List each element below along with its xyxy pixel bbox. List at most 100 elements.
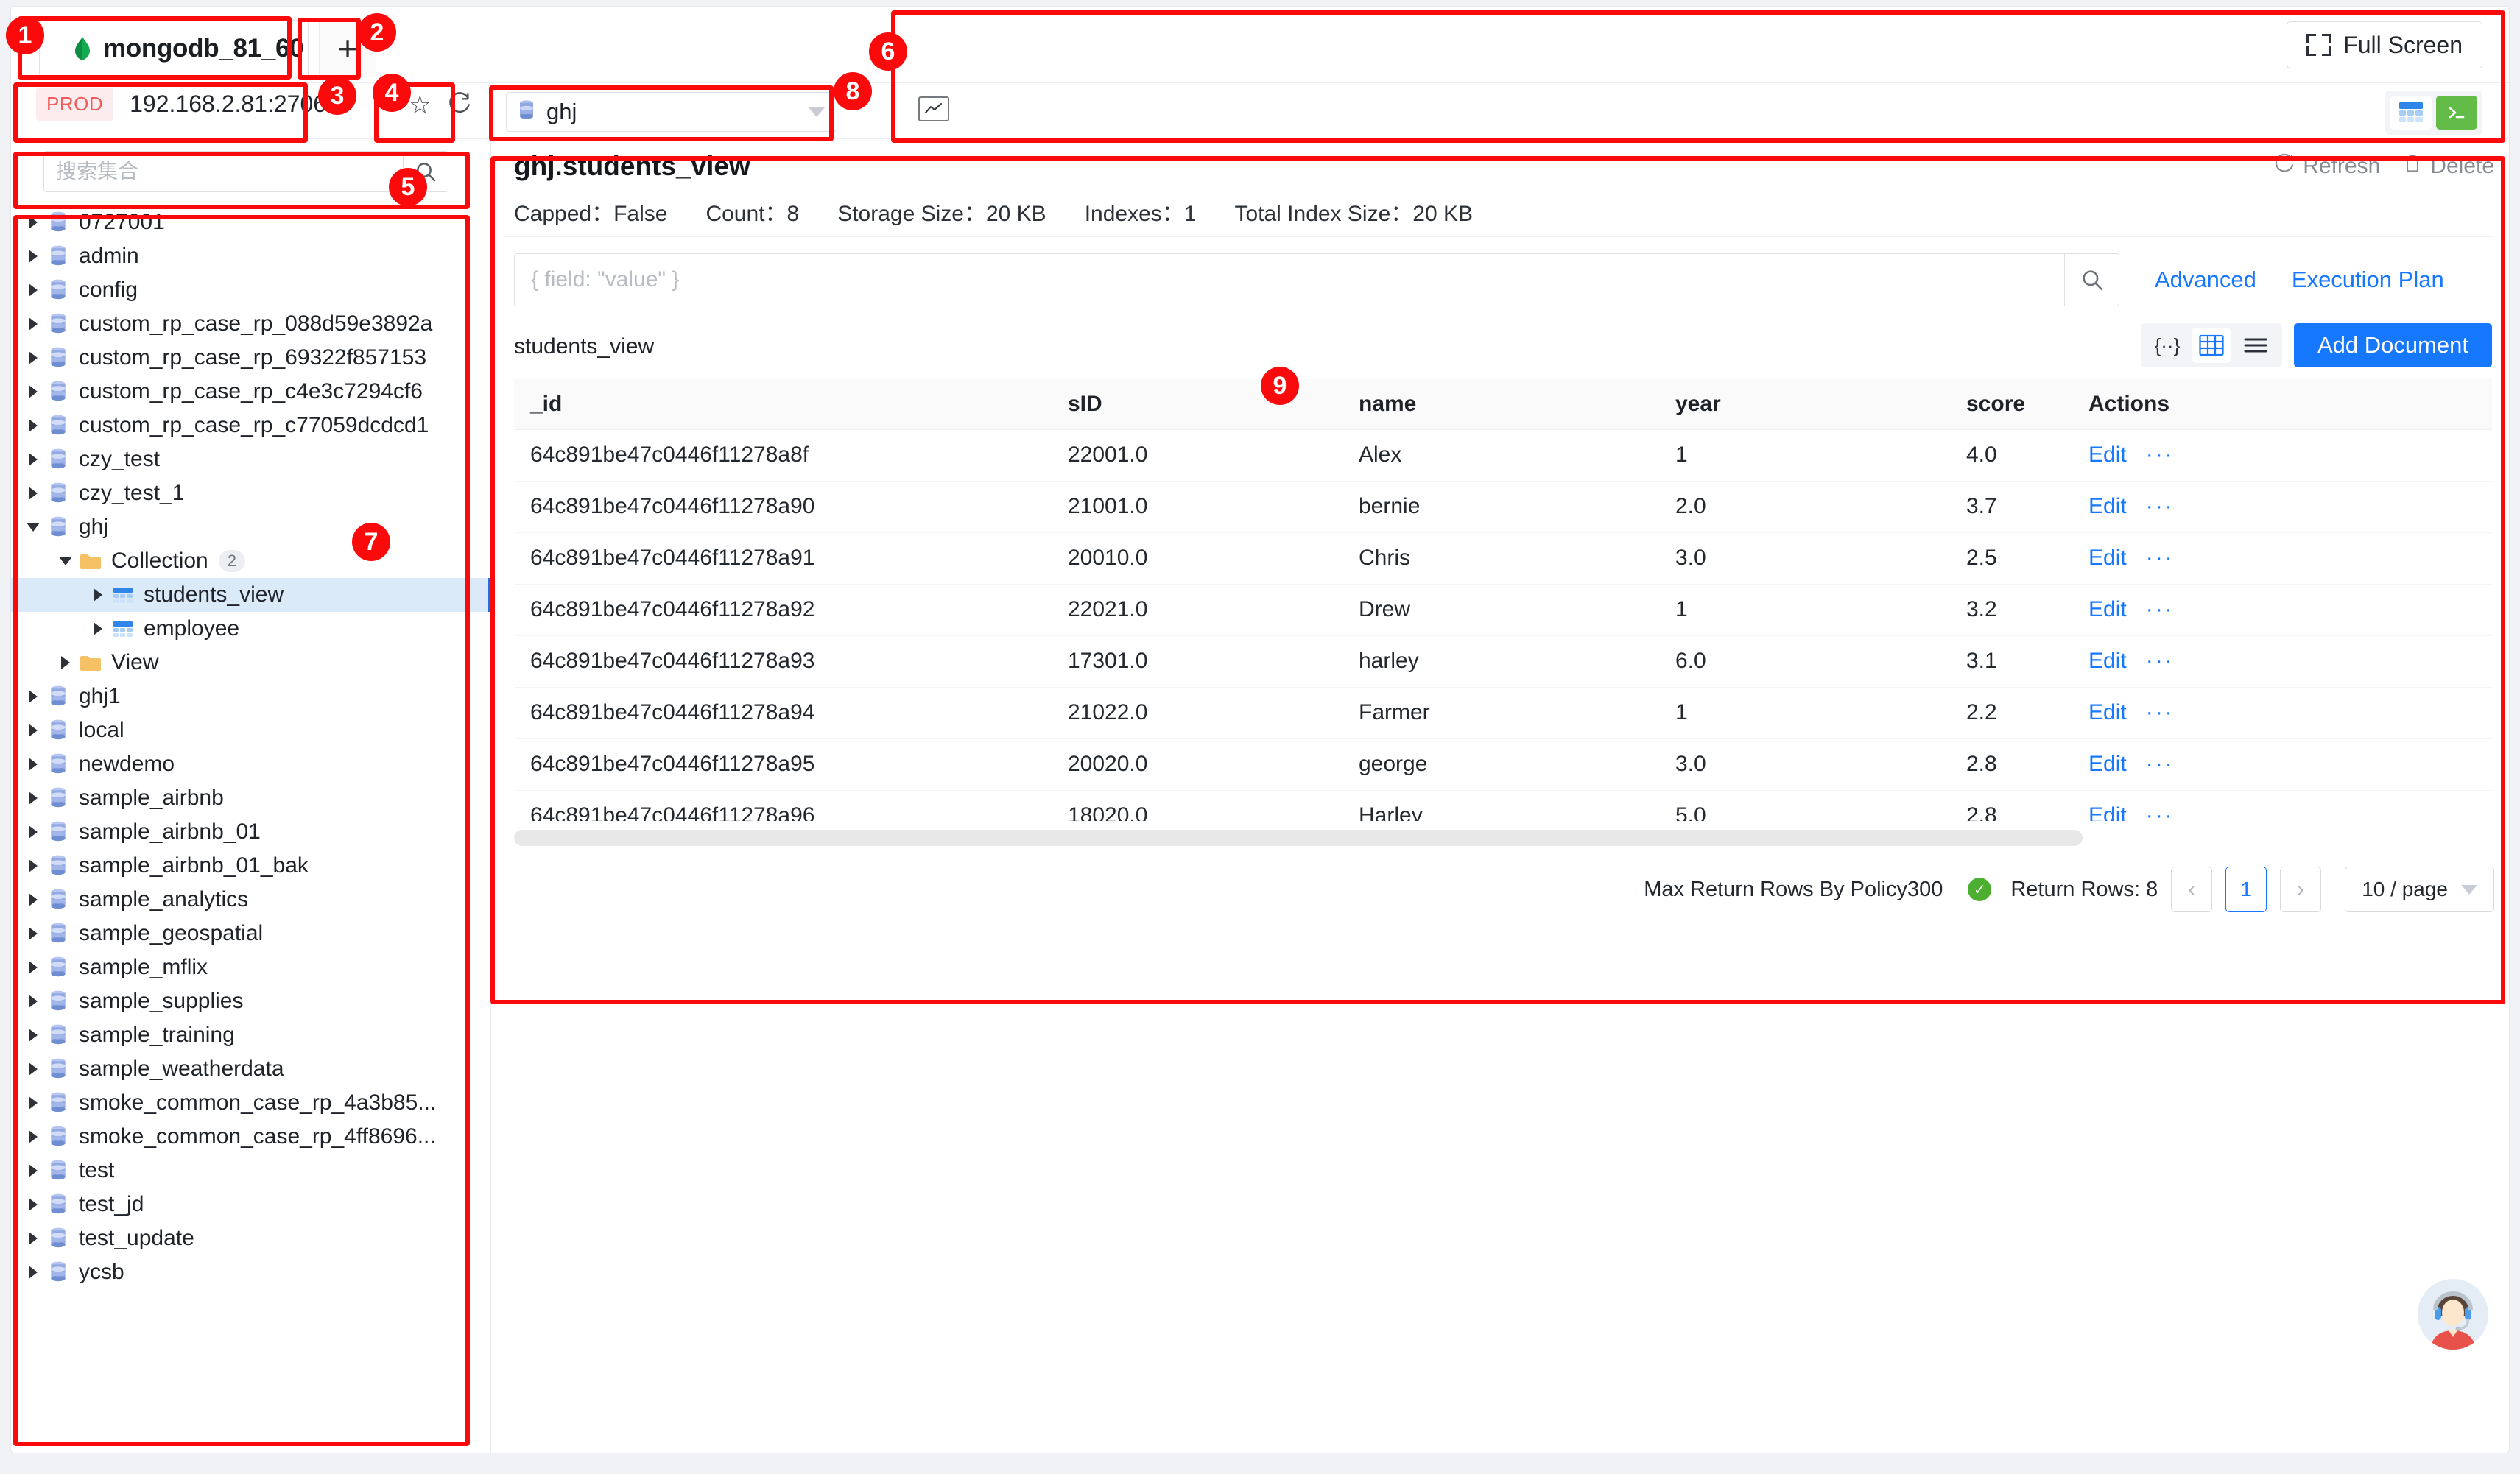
tree-item-sample-training[interactable]: sample_training xyxy=(11,1018,491,1052)
table-row[interactable]: 64c891be47c0446f11278a93 17301.0 harley 6.0… xyxy=(514,635,2492,688)
chevron-right-icon[interactable] xyxy=(55,656,76,669)
add-document-button[interactable]: Add Document xyxy=(2293,323,2492,367)
column-header-name[interactable]: name xyxy=(1342,379,1659,430)
page-size-select[interactable]: 10 / page xyxy=(2345,867,2494,912)
tree-item-test-jd[interactable]: test_jd xyxy=(11,1188,491,1221)
table-row[interactable]: 64c891be47c0446f11278a96 18020.0 Harley 5.0… xyxy=(514,790,2492,821)
chevron-right-icon[interactable] xyxy=(23,1266,43,1279)
tree-item-ghj[interactable]: ghj xyxy=(11,510,491,544)
column-header-year[interactable]: year xyxy=(1659,379,1950,430)
edit-row-button[interactable]: Edit xyxy=(2088,442,2127,467)
full-screen-button[interactable]: Full Screen xyxy=(2287,21,2482,68)
chevron-right-icon[interactable] xyxy=(23,961,43,974)
chevron-right-icon[interactable] xyxy=(23,825,43,839)
delete-button[interactable]: Delete xyxy=(2402,152,2494,180)
chevron-right-icon[interactable] xyxy=(23,1198,43,1211)
tree-item-sample-geospatial[interactable]: sample_geospatial xyxy=(11,917,491,951)
tree-item-ghj1[interactable]: ghj1 xyxy=(11,680,491,713)
more-actions-icon[interactable]: ··· xyxy=(2146,803,2175,821)
table-row[interactable]: 64c891be47c0446f11278a92 22021.0 Drew 1 3.2 E… xyxy=(514,584,2492,636)
chart-icon[interactable] xyxy=(918,96,949,121)
chevron-right-icon[interactable] xyxy=(23,283,43,297)
more-actions-icon[interactable]: ··· xyxy=(2146,752,2175,776)
tree-item-newdemo[interactable]: newdemo xyxy=(11,747,491,781)
query-input[interactable] xyxy=(515,254,2064,306)
chevron-right-icon[interactable] xyxy=(23,995,43,1008)
chevron-right-icon[interactable] xyxy=(23,317,43,331)
tree-item-sample-supplies[interactable]: sample_supplies xyxy=(11,984,491,1018)
query-search-button[interactable] xyxy=(2064,254,2119,306)
tree-item-ycsb[interactable]: ycsb xyxy=(11,1255,491,1289)
terminal-icon[interactable] xyxy=(2436,96,2477,130)
advanced-link[interactable]: Advanced xyxy=(2155,267,2256,293)
chevron-right-icon[interactable] xyxy=(23,1232,43,1245)
more-actions-icon[interactable]: ··· xyxy=(2146,649,2175,673)
horizontal-scrollbar[interactable] xyxy=(514,830,2083,846)
chevron-right-icon[interactable] xyxy=(88,588,108,602)
table-view-icon[interactable] xyxy=(2192,328,2231,363)
chevron-right-icon[interactable] xyxy=(23,216,43,229)
tree-item-view[interactable]: View xyxy=(11,646,491,680)
tree-item-smoke-common-case-rp-4ff8696-[interactable]: smoke_common_case_rp_4ff8696... xyxy=(11,1120,491,1154)
chevron-right-icon[interactable] xyxy=(23,487,43,500)
more-actions-icon[interactable]: ··· xyxy=(2146,700,2175,724)
tree-item-czy-test-1[interactable]: czy_test_1 xyxy=(11,476,491,510)
edit-row-button[interactable]: Edit xyxy=(2088,700,2127,724)
prev-page-button[interactable]: ‹ xyxy=(2171,867,2213,912)
chevron-right-icon[interactable] xyxy=(23,791,43,805)
tree-item-admin[interactable]: admin xyxy=(11,239,491,273)
tree-item-config[interactable]: config xyxy=(11,273,491,307)
edit-row-button[interactable]: Edit xyxy=(2088,597,2127,621)
chevron-right-icon[interactable] xyxy=(88,622,108,635)
chevron-right-icon[interactable] xyxy=(23,1029,43,1042)
chevron-right-icon[interactable] xyxy=(23,1096,43,1110)
refresh-button[interactable]: Refresh xyxy=(2273,152,2380,180)
table-row[interactable]: 64c891be47c0446f11278a94 21022.0 Farmer 1 2.… xyxy=(514,687,2492,739)
chevron-right-icon[interactable] xyxy=(23,351,43,364)
page-number-1[interactable]: 1 xyxy=(2225,867,2267,912)
tree-item-sample-mflix[interactable]: sample_mflix xyxy=(11,951,491,984)
table-row[interactable]: 64c891be47c0446f11278a91 20010.0 Chris 3.0 2… xyxy=(514,532,2492,585)
edit-row-button[interactable]: Edit xyxy=(2088,494,2127,518)
tree-item-sample-airbnb-01[interactable]: sample_airbnb_01 xyxy=(11,815,491,849)
table-row[interactable]: 64c891be47c0446f11278a95 20020.0 george 3.0… xyxy=(514,738,2492,791)
chevron-right-icon[interactable] xyxy=(23,1130,43,1143)
list-view-icon[interactable] xyxy=(2236,328,2275,363)
chevron-right-icon[interactable] xyxy=(23,859,43,872)
tree-item-sample-airbnb[interactable]: sample_airbnb xyxy=(11,781,491,815)
table-view-icon[interactable] xyxy=(2390,96,2432,130)
chevron-right-icon[interactable] xyxy=(23,250,43,263)
more-actions-icon[interactable]: ··· xyxy=(2146,546,2175,570)
chevron-right-icon[interactable] xyxy=(23,927,43,940)
star-icon[interactable]: ☆ xyxy=(409,93,431,118)
tree-item-test-update[interactable]: test_update xyxy=(11,1221,491,1255)
tree-item-test[interactable]: test xyxy=(11,1154,491,1188)
table-row[interactable]: 64c891be47c0446f11278a8f 22001.0 Alex 1 4.0 E… xyxy=(514,429,2492,482)
chevron-right-icon[interactable] xyxy=(23,1164,43,1177)
database-tree[interactable]: 0727001 admin config custom_rp_case_rp_088d… xyxy=(11,202,491,1453)
json-view-icon[interactable]: {··} xyxy=(2148,328,2186,363)
column-header--id[interactable]: _id xyxy=(514,379,1052,430)
chevron-right-icon[interactable] xyxy=(23,758,43,771)
edit-row-button[interactable]: Edit xyxy=(2088,803,2127,821)
chevron-right-icon[interactable] xyxy=(23,690,43,703)
edit-row-button[interactable]: Edit xyxy=(2088,752,2127,776)
tree-item-custom-rp-case-rp-c4e3c7294cf6[interactable]: custom_rp_case_rp_c4e3c7294cf6 xyxy=(11,375,491,409)
tree-item-local[interactable]: local xyxy=(11,713,491,747)
chevron-right-icon[interactable] xyxy=(23,453,43,466)
chevron-down-icon[interactable] xyxy=(55,557,76,565)
table-row[interactable]: 64c891be47c0446f11278a90 21001.0 bernie 2.0… xyxy=(514,481,2492,533)
next-page-button[interactable]: › xyxy=(2280,867,2322,912)
tree-item-smoke-common-case-rp-4a3b85-[interactable]: smoke_common_case_rp_4a3b85... xyxy=(11,1086,491,1120)
edit-row-button[interactable]: Edit xyxy=(2088,649,2127,673)
tree-item-employee[interactable]: employee xyxy=(11,612,491,646)
more-actions-icon[interactable]: ··· xyxy=(2146,442,2175,467)
chevron-right-icon[interactable] xyxy=(23,1062,43,1076)
tree-item-sample-analytics[interactable]: sample_analytics xyxy=(11,883,491,917)
tree-item-sample-weatherdata[interactable]: sample_weatherdata xyxy=(11,1052,491,1086)
tree-item-custom-rp-case-rp-088d59e3892a[interactable]: custom_rp_case_rp_088d59e3892a xyxy=(11,307,491,341)
edit-row-button[interactable]: Edit xyxy=(2088,546,2127,570)
chevron-right-icon[interactable] xyxy=(23,385,43,398)
tree-item-students-view[interactable]: students_view xyxy=(11,578,491,612)
chevron-right-icon[interactable] xyxy=(23,893,43,906)
